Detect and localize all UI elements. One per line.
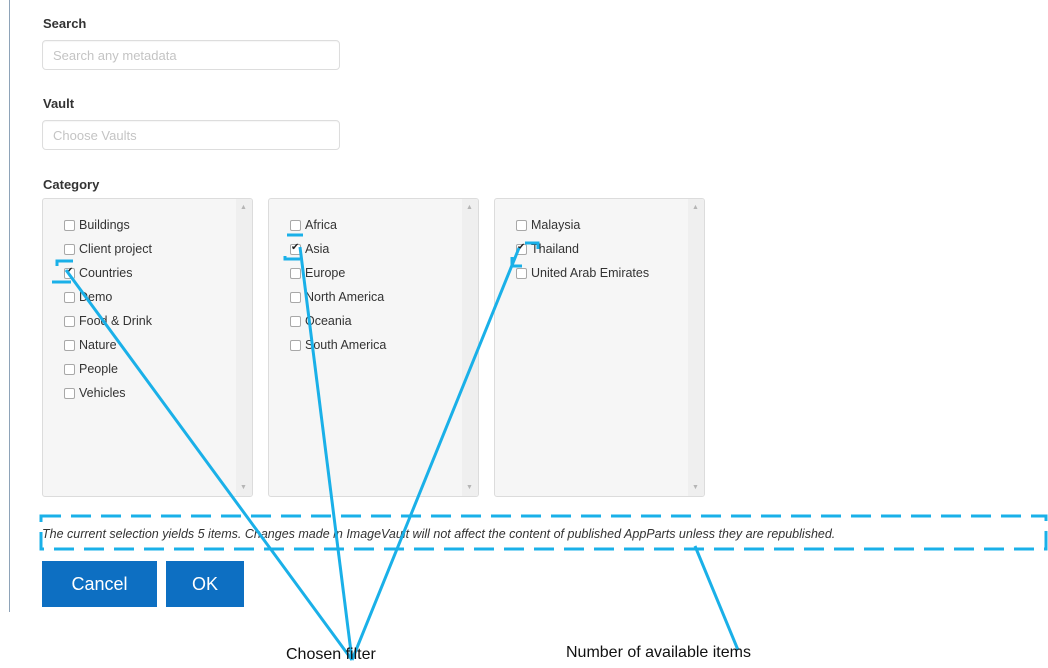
- annotation-bracket: [283, 256, 300, 261]
- annotation-pointer-line: [350, 247, 521, 661]
- chosen-filter-annotation: Chosen filter: [286, 646, 376, 663]
- annotation-bracket: [55, 259, 73, 266]
- annotation-pointer-line: [693, 545, 740, 651]
- available-items-annotation: Number of available items: [566, 644, 751, 661]
- annotation-dashed-box: [39, 514, 1048, 551]
- annotation-bracket: [525, 241, 540, 249]
- annotation-overlay: [39, 233, 1048, 661]
